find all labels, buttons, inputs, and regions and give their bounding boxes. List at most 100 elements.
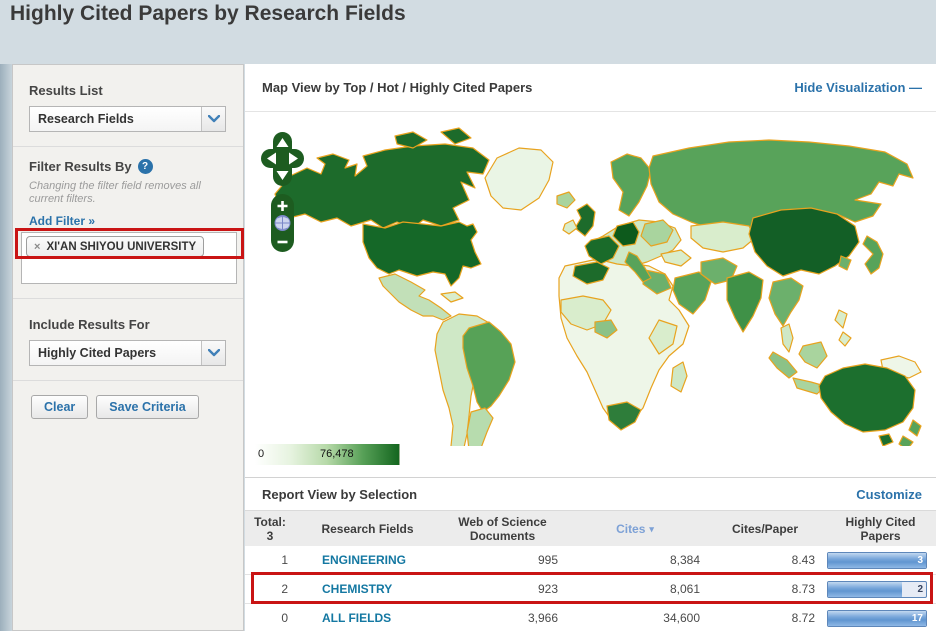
map-region-se-asia[interactable] bbox=[768, 277, 804, 327]
map-region-philippines[interactable] bbox=[838, 331, 852, 347]
highly-cited-papers-value: 17 bbox=[911, 612, 923, 624]
remove-filter-icon[interactable]: × bbox=[34, 241, 40, 253]
map-region-korea[interactable] bbox=[838, 255, 852, 271]
cites-per-paper-value: 8.73 bbox=[791, 582, 815, 596]
scale-max-label: 76,478 bbox=[320, 448, 354, 460]
main-panel: Map View by Top / Hot / Highly Cited Pap… bbox=[245, 64, 936, 631]
map-region-usa[interactable] bbox=[362, 221, 482, 287]
map-region-tasmania[interactable] bbox=[878, 433, 894, 446]
map-region-iceland[interactable] bbox=[556, 191, 576, 209]
results-list-dropdown[interactable]: Research Fields bbox=[29, 106, 226, 132]
save-criteria-button[interactable]: Save Criteria bbox=[96, 395, 199, 419]
filter-tag-label: XI'AN SHIYOU UNIVERSITY bbox=[46, 240, 197, 253]
table-row: 0 ALL FIELDS 3,966 34,600 8.72 17 bbox=[245, 604, 936, 631]
research-field-link[interactable]: ALL FIELDS bbox=[295, 611, 440, 625]
filter-note: Changing the filter field removes all cu… bbox=[29, 180, 201, 205]
include-results-heading: Include Results For bbox=[29, 317, 150, 332]
map-region-borneo[interactable] bbox=[798, 341, 828, 369]
filter-tag[interactable]: × XI'AN SHIYOU UNIVERSITY bbox=[26, 236, 205, 257]
map-region-ireland[interactable] bbox=[562, 219, 578, 235]
research-field-link[interactable]: ENGINEERING bbox=[295, 553, 440, 567]
zoom-control[interactable] bbox=[271, 194, 294, 252]
highly-cited-papers-bar: 3 bbox=[827, 551, 927, 569]
clear-button[interactable]: Clear bbox=[31, 395, 89, 419]
map-region-greenland[interactable] bbox=[484, 147, 554, 211]
map-region-india[interactable] bbox=[726, 271, 764, 333]
pan-control[interactable] bbox=[261, 132, 304, 186]
filter-results-heading: Filter Results By bbox=[29, 159, 132, 174]
map-region-mexico[interactable] bbox=[378, 273, 452, 321]
report-table: Total: 3 Research Fields Web of Science … bbox=[245, 510, 936, 631]
sidebar-divider bbox=[13, 298, 243, 299]
hide-visualization-link[interactable]: Hide Visualization — bbox=[794, 80, 922, 95]
map-region-cuba[interactable] bbox=[440, 291, 464, 303]
help-icon[interactable]: ? bbox=[137, 159, 153, 174]
report-view-title: Report View by Selection bbox=[262, 486, 418, 502]
cites-per-paper-value: 8.43 bbox=[791, 553, 815, 567]
left-strip bbox=[0, 64, 12, 631]
cites-value: 8,384 bbox=[669, 553, 700, 567]
choropleth-map bbox=[274, 127, 922, 446]
chevron-down-icon bbox=[207, 349, 220, 357]
column-header-cites[interactable]: Cites ▾ bbox=[565, 511, 705, 546]
map-region-new-zealand[interactable] bbox=[908, 419, 922, 437]
map-region-uk[interactable] bbox=[574, 203, 596, 237]
highly-cited-papers-bar: 2 bbox=[827, 580, 927, 598]
add-filter-link[interactable]: Add Filter » bbox=[29, 214, 95, 228]
highly-cited-papers-value: 2 bbox=[917, 583, 923, 595]
column-header-wos-documents: Web of Science Documents bbox=[458, 514, 547, 543]
wos-documents-value: 995 bbox=[537, 553, 558, 567]
bar-fill bbox=[828, 581, 903, 597]
column-header-total: Total: 3 bbox=[254, 514, 286, 543]
map-view-title: Map View by Top / Hot / Highly Cited Pap… bbox=[262, 80, 533, 95]
scale-min-label: 0 bbox=[258, 448, 265, 460]
include-results-dropdown-button[interactable] bbox=[201, 341, 225, 365]
chevron-down-icon bbox=[207, 115, 220, 123]
map-region-japan[interactable] bbox=[862, 235, 884, 275]
map-region-philippines[interactable] bbox=[834, 309, 848, 329]
map-region-argentina[interactable] bbox=[466, 407, 494, 446]
research-field-link[interactable]: CHEMISTRY bbox=[295, 582, 440, 596]
include-results-dropdown[interactable]: Highly Cited Papers bbox=[29, 340, 226, 366]
cites-value: 8,061 bbox=[669, 582, 700, 596]
highly-cited-papers-bar: 17 bbox=[827, 609, 927, 627]
map-region-canada-arctic[interactable] bbox=[440, 127, 472, 145]
map-region-central-asia[interactable] bbox=[690, 221, 756, 253]
sidebar: Results List Research Fields Filter Resu… bbox=[12, 64, 244, 631]
sidebar-divider bbox=[13, 380, 243, 381]
column-header-highly-cited-papers: Highly Cited Papers bbox=[845, 514, 916, 543]
filter-list: × XI'AN SHIYOU UNIVERSITY bbox=[21, 232, 237, 284]
map-controls bbox=[261, 132, 304, 252]
map-region-new-zealand[interactable] bbox=[898, 435, 914, 446]
highly-cited-papers-value: 3 bbox=[917, 554, 923, 566]
map-region-saudi-arabia[interactable] bbox=[672, 271, 712, 315]
table-row: 2 CHEMISTRY 923 8,061 8.73 2 bbox=[245, 575, 936, 604]
page-title: Highly Cited Papers by Research Fields bbox=[10, 2, 406, 25]
include-results-selected: Highly Cited Papers bbox=[38, 346, 157, 360]
page: Highly Cited Papers by Research Fields R… bbox=[0, 0, 936, 631]
sort-descending-icon: ▾ bbox=[649, 523, 654, 534]
wos-documents-value: 3,966 bbox=[527, 611, 558, 625]
column-header-cites-per-paper: Cites/Paper bbox=[731, 521, 799, 536]
world-map: 0 76,478 bbox=[245, 112, 936, 477]
bar-fill bbox=[828, 552, 926, 568]
sidebar-divider bbox=[13, 146, 243, 147]
map-region-sumatra[interactable] bbox=[768, 351, 798, 379]
cites-value: 34,600 bbox=[663, 611, 700, 625]
row-rank: 2 bbox=[281, 582, 288, 596]
map-region-madagascar[interactable] bbox=[670, 361, 688, 393]
map-color-scale: 0 76,478 bbox=[255, 444, 400, 465]
customize-link[interactable]: Customize bbox=[856, 487, 922, 502]
map-region-australia[interactable] bbox=[818, 363, 916, 433]
cites-per-paper-value: 8.72 bbox=[791, 611, 815, 625]
wos-documents-value: 923 bbox=[537, 582, 558, 596]
table-header-row: Total: 3 Research Fields Web of Science … bbox=[245, 510, 936, 546]
map-region-malay-peninsula[interactable] bbox=[780, 323, 794, 353]
row-rank: 0 bbox=[281, 611, 288, 625]
map-region-scandinavia[interactable] bbox=[610, 153, 652, 217]
results-list-dropdown-button[interactable] bbox=[201, 107, 225, 131]
results-list-selected: Research Fields bbox=[38, 112, 134, 126]
map-region-canada[interactable] bbox=[274, 143, 490, 229]
column-header-research-fields: Research Fields bbox=[321, 521, 414, 536]
results-list-heading: Results List bbox=[29, 83, 103, 98]
